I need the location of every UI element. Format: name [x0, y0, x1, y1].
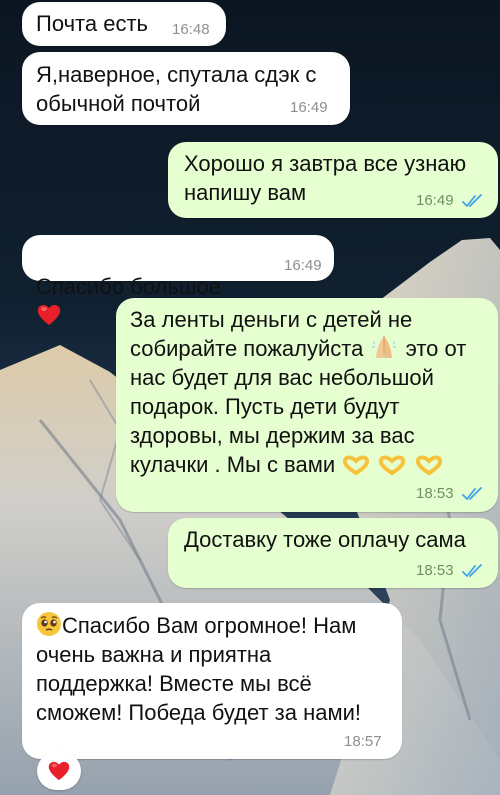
message-text: Я,наверное, спутала сдэк с обычной почто…: [36, 62, 317, 116]
message-text: Спасибо Вам огромное! Нам очень важна и …: [36, 611, 361, 727]
message-line: сможем! Победа будет за нами!: [36, 700, 362, 725]
message-incoming[interactable]: Спасибо Вам огромное! Нам очень важна и …: [22, 603, 402, 759]
message-time: 18:53: [416, 562, 484, 579]
message-line-text: это от: [405, 336, 467, 361]
double-check-read-icon: [461, 194, 482, 207]
folded-hands-emoji-icon: [372, 336, 397, 358]
message-line: нас будет для вас небольшой: [130, 365, 434, 390]
message-line: За ленты деньги с детей не: [130, 307, 413, 332]
message-text-value: Спасибо большое: [36, 274, 222, 299]
message-line: подарок. Пусть дети будут: [130, 394, 400, 419]
double-check-read-icon: [461, 564, 482, 577]
message-line-with-emoji: кулачки . Мы с вами: [130, 450, 466, 479]
message-time-value: 18:53: [416, 485, 454, 502]
message-line: поддержка! Вместе мы всё: [36, 671, 312, 696]
double-check-read-icon: [461, 487, 482, 500]
message-line-text: Спасибо Вам огромное! Нам: [62, 613, 357, 638]
message-line-with-emoji: собирайте пожалуйста это от: [130, 334, 466, 363]
message-time: 18:57: [344, 733, 382, 750]
message-outgoing[interactable]: Доставку тоже оплачу сама 18:53: [168, 518, 498, 588]
message-text: Почта есть: [36, 11, 148, 36]
message-time-value: 18:53: [416, 562, 454, 579]
heart-hands-emoji-icon: [379, 455, 406, 476]
message-incoming[interactable]: Почта есть 16:48: [22, 2, 226, 46]
pleading-face-emoji-icon: [37, 612, 61, 636]
message-time: 18:53: [416, 485, 484, 502]
message-text: Доставку тоже оплачу сама: [184, 527, 466, 552]
message-outgoing[interactable]: Хорошо я завтра все узнаю напишу вам 16:…: [168, 142, 498, 218]
red-heart-emoji-icon: [37, 305, 61, 325]
message-line-with-emoji: Спасибо Вам огромное! Нам: [36, 611, 361, 640]
message-line: здоровы, мы держим за вас: [130, 423, 415, 448]
message-incoming[interactable]: Спасибо большое 16:49: [22, 235, 334, 325]
message-time: 16:49: [284, 257, 322, 274]
message-time: 16:48: [172, 21, 210, 38]
heart-hands-emoji-icon: [343, 455, 370, 476]
message-incoming[interactable]: Я,наверное, спутала сдэк с обычной почто…: [22, 52, 350, 125]
message-line: очень важна и приятна: [36, 642, 272, 667]
message-text: За ленты деньги с детей не собирайте пож…: [130, 305, 466, 479]
heart-hands-emoji-icon: [415, 455, 442, 476]
message-outgoing[interactable]: За ленты деньги с детей не собирайте пож…: [116, 298, 498, 512]
message-time: 16:49: [416, 192, 484, 209]
message-time-value: 16:49: [416, 192, 454, 209]
message-reaction[interactable]: [37, 752, 81, 790]
message-line-text: кулачки . Мы с вами: [130, 452, 336, 477]
message-time: 16:49: [290, 99, 328, 116]
message-line-text: собирайте пожалуйста: [130, 336, 364, 361]
red-heart-reaction-icon: [48, 761, 70, 781]
